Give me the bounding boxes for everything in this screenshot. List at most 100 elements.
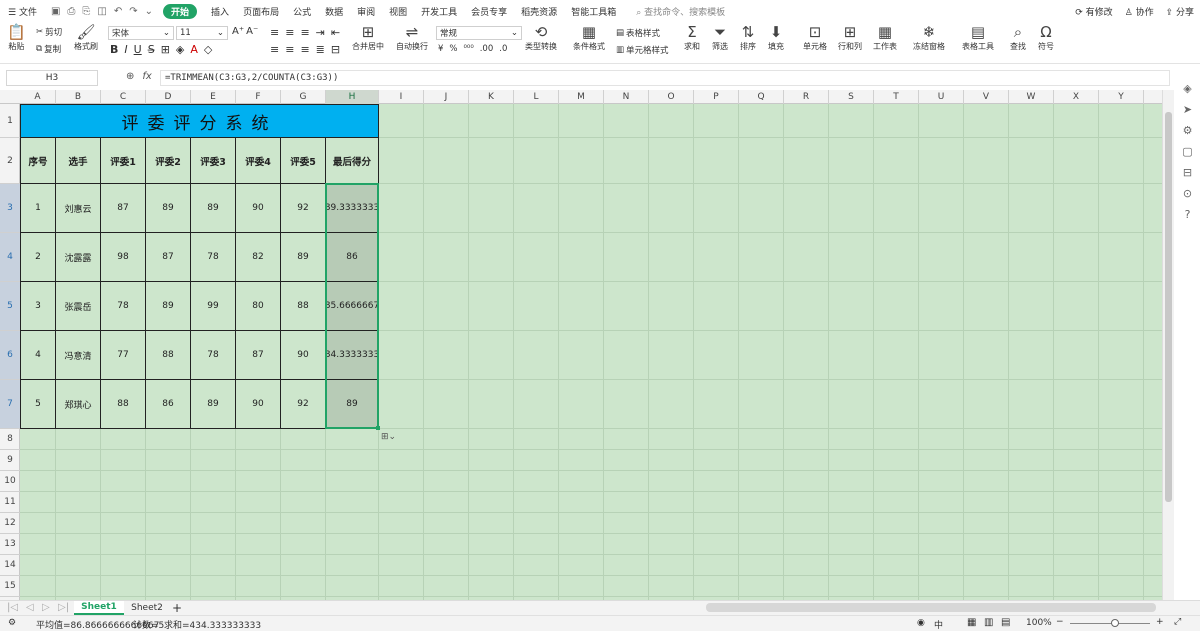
align-left-icon[interactable]: ≡ [270, 43, 279, 56]
table-cell[interactable]: 78 [191, 331, 236, 380]
page-layout-view-icon[interactable]: ▥ [984, 617, 993, 628]
row-header[interactable]: 10 [0, 471, 20, 492]
vertical-scrollbar[interactable] [1162, 90, 1174, 600]
table-tools-button[interactable]: ▤ 表格工具 [962, 24, 994, 52]
number-format-select[interactable]: 常规 ⌄ [436, 26, 522, 40]
table-header-cell[interactable]: 选手 [56, 138, 101, 184]
tab-view[interactable]: 视图 [389, 5, 407, 18]
clear-icon[interactable]: ◇ [204, 43, 212, 56]
table-cell[interactable]: 冯意清 [56, 331, 101, 380]
table-header-cell[interactable]: 评委1 [101, 138, 146, 184]
formula-input[interactable]: =TRIMMEAN(C3:G3,2/COUNTA(C3:G3)) [160, 70, 1170, 86]
column-header[interactable]: U [919, 90, 964, 104]
zoom-slider[interactable] [1070, 623, 1150, 624]
row-header[interactable]: 12 [0, 513, 20, 534]
column-header[interactable]: P [694, 90, 739, 104]
align-bottom-icon[interactable]: ≡ [300, 26, 309, 39]
row-header[interactable]: 14 [0, 555, 20, 576]
row-header[interactable]: 3 [0, 184, 20, 233]
table-cell[interactable]: 郑琪心 [56, 380, 101, 429]
column-header[interactable]: H [326, 90, 379, 104]
sort-button[interactable]: ⇅ 排序 [740, 24, 756, 52]
align-center-icon[interactable]: ≡ [285, 43, 294, 56]
shapes-icon[interactable]: ▢ [1182, 145, 1192, 158]
share-button[interactable]: ⇪ 分享 [1166, 5, 1194, 18]
symbol-button[interactable]: Ω 符号 [1038, 24, 1054, 52]
final-score-cell[interactable]: 89 [326, 380, 379, 429]
tab-data[interactable]: 数据 [325, 5, 343, 18]
table-cell[interactable]: 98 [101, 233, 146, 282]
table-cell[interactable]: 92 [281, 184, 326, 233]
rows-cols-button[interactable]: ⊞ 行和列 [838, 24, 862, 52]
print-icon[interactable]: ⎘ [82, 6, 90, 17]
sheet-tab-sheet1[interactable]: Sheet1 [74, 601, 124, 615]
table-cell[interactable]: 3 [20, 282, 56, 331]
tab-insert[interactable]: 插入 [211, 5, 229, 18]
fill-handle[interactable] [376, 426, 380, 430]
row-header[interactable]: 5 [0, 282, 20, 331]
fill-color-icon[interactable]: ◈ [176, 43, 184, 56]
table-header-cell[interactable]: 评委2 [146, 138, 191, 184]
table-title[interactable]: 评委评分系统 [20, 104, 379, 138]
scrollbar-thumb[interactable] [1165, 112, 1172, 502]
thousands-icon[interactable]: ⁰⁰⁰ [464, 44, 474, 54]
bold-icon[interactable]: B [110, 43, 118, 56]
tab-member[interactable]: 会员专享 [471, 5, 507, 18]
preview-icon[interactable]: ◫ [97, 6, 106, 17]
column-header[interactable]: C [101, 90, 146, 104]
table-cell[interactable]: 88 [146, 331, 191, 380]
row-header[interactable]: 11 [0, 492, 20, 513]
first-sheet-icon[interactable]: |◁ [7, 602, 18, 613]
row-header[interactable]: 1 [0, 104, 20, 138]
final-score-cell[interactable]: 84.3333333 [326, 331, 379, 380]
table-cell[interactable]: 92 [281, 380, 326, 429]
worksheet-button[interactable]: ▦ 工作表 [873, 24, 897, 52]
merge-center-button[interactable]: ⊞ 合并居中 [352, 24, 384, 52]
font-name-select[interactable]: 宋体 ⌄ [108, 26, 174, 40]
final-score-cell[interactable]: 85.6666667 [326, 282, 379, 331]
table-header-cell[interactable]: 评委4 [236, 138, 281, 184]
file-menu[interactable]: ☰ 文件 [8, 5, 37, 18]
sheet-tab-sheet2[interactable]: Sheet2 [126, 601, 168, 615]
style-icon[interactable]: ◈ [1183, 82, 1191, 95]
indent-icon[interactable]: ⇥ [316, 26, 325, 39]
row-header[interactable]: 6 [0, 331, 20, 380]
column-header[interactable]: Y [1099, 90, 1144, 104]
eye-protection-icon[interactable]: ◉ [917, 618, 925, 628]
column-header[interactable]: O [649, 90, 694, 104]
row-header[interactable]: 2 [0, 138, 20, 184]
normal-view-icon[interactable]: ▦ [967, 617, 976, 628]
collaborate-button[interactable]: ♙ 协作 [1125, 5, 1154, 18]
table-cell[interactable]: 87 [236, 331, 281, 380]
row-header[interactable]: 4 [0, 233, 20, 282]
column-header[interactable]: L [514, 90, 559, 104]
border-icon[interactable]: ⊞ [161, 43, 170, 56]
help-icon[interactable]: ? [1185, 208, 1191, 221]
table-cell[interactable]: 89 [146, 282, 191, 331]
justify-icon[interactable]: ≣ [316, 43, 325, 56]
table-cell[interactable]: 78 [191, 233, 236, 282]
fx-icon[interactable]: fx [142, 71, 151, 82]
cell-style-button[interactable]: ▥ 单元格样式 [616, 44, 669, 56]
tab-formulas[interactable]: 公式 [293, 5, 311, 18]
table-cell[interactable]: 张震岳 [56, 282, 101, 331]
table-cell[interactable]: 86 [146, 380, 191, 429]
conditional-format-button[interactable]: ▦ 条件格式 [573, 24, 605, 52]
column-header[interactable]: E [191, 90, 236, 104]
tab-developer[interactable]: 开发工具 [421, 5, 457, 18]
format-painter-button[interactable]: 🖌 格式刷 [74, 24, 98, 52]
fullscreen-icon[interactable]: ⤢ [1174, 617, 1181, 627]
column-header[interactable]: T [874, 90, 919, 104]
zoom-level[interactable]: 100% [1026, 618, 1052, 628]
add-sheet-icon[interactable]: + [170, 601, 184, 615]
macro-icon[interactable]: ⚙ [8, 618, 16, 628]
backup-icon[interactable]: ⊟ [1183, 166, 1192, 179]
prev-sheet-icon[interactable]: ◁ [26, 602, 34, 613]
horizontal-scrollbar[interactable] [706, 603, 1156, 612]
ime-indicator[interactable]: 中 [934, 618, 943, 631]
table-cell[interactable]: 90 [236, 380, 281, 429]
row-header[interactable]: 15 [0, 576, 20, 597]
strikethrough-icon[interactable]: S̶ [148, 43, 155, 56]
distribute-icon[interactable]: ⊟ [331, 43, 340, 56]
table-cell[interactable]: 2 [20, 233, 56, 282]
